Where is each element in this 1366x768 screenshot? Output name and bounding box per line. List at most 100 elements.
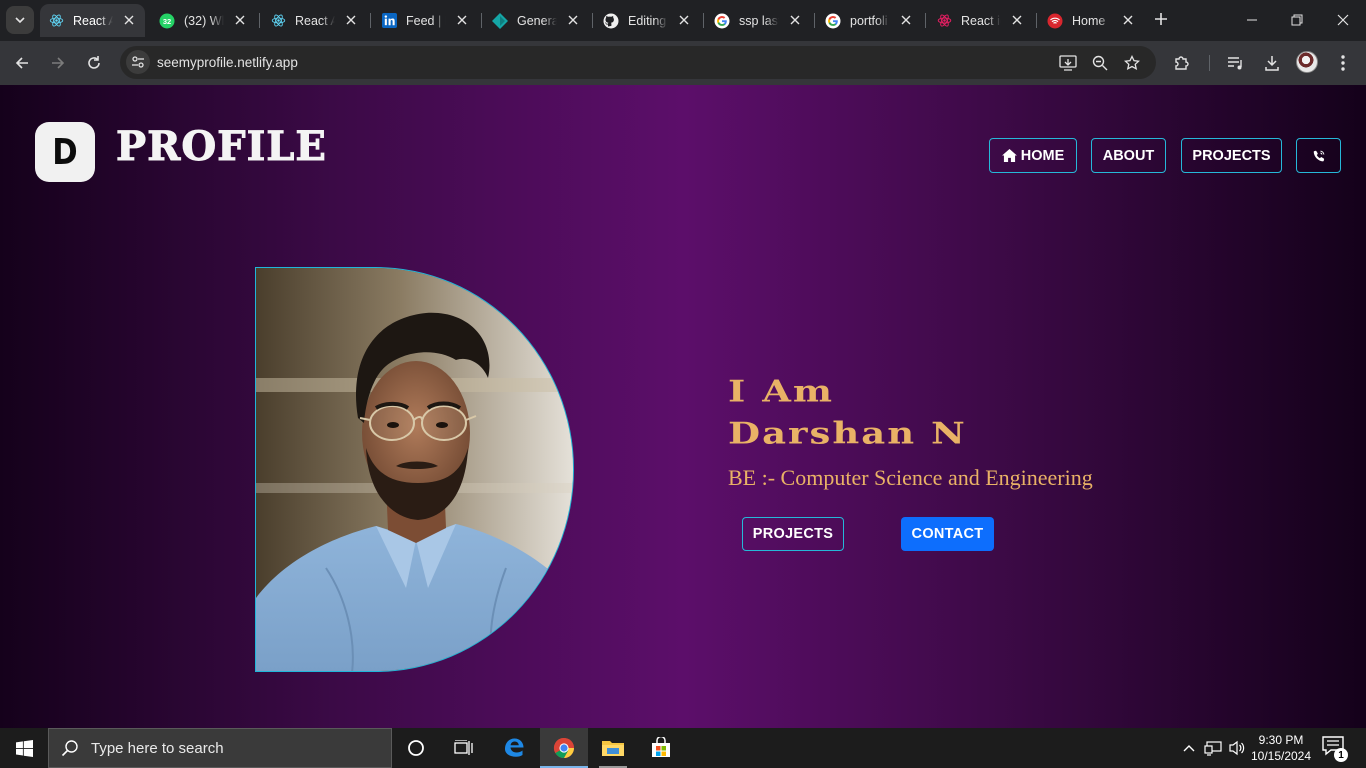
- bookmark-button[interactable]: [1121, 52, 1143, 74]
- network-icon: [1204, 741, 1222, 756]
- forward-button[interactable]: [44, 49, 72, 77]
- linkedin-icon: [381, 13, 397, 29]
- zoom-button[interactable]: [1089, 52, 1111, 74]
- browser-tab-3[interactable]: React A: [262, 4, 367, 37]
- phone-icon: [1313, 150, 1324, 161]
- cortana-button[interactable]: [392, 728, 440, 768]
- tab-search-button[interactable]: [6, 6, 34, 34]
- diamond-icon: [492, 12, 508, 29]
- browser-tab-10[interactable]: Home: [1039, 4, 1144, 37]
- nav-projects-button[interactable]: PROJECTS: [1181, 138, 1282, 173]
- tab-title: React A: [73, 13, 113, 28]
- tune-icon: [132, 56, 144, 68]
- chevron-up-icon: [1183, 745, 1195, 752]
- extensions-button[interactable]: [1169, 50, 1195, 76]
- start-button[interactable]: [0, 728, 48, 768]
- browser-tab-5[interactable]: Generat: [484, 4, 589, 37]
- file-explorer-taskbar-button[interactable]: [589, 728, 637, 768]
- react-icon: [48, 13, 64, 29]
- browser-tab-8[interactable]: portfoli: [817, 4, 922, 37]
- tab-separator: [814, 13, 815, 28]
- chrome-icon: [553, 737, 574, 759]
- arrow-left-icon: [15, 57, 28, 69]
- store-taskbar-button[interactable]: [637, 728, 685, 768]
- tab-separator: [1036, 13, 1037, 28]
- tab-title: (32) Wh: [184, 13, 224, 28]
- reload-button[interactable]: [80, 49, 108, 77]
- browser-tab-strip: React A 32 (32) Wh React A Feed | L Gene…: [0, 0, 1366, 41]
- react-icon: [270, 13, 286, 29]
- clock-date: 10/15/2024: [1250, 749, 1312, 763]
- browser-tab-2[interactable]: 32 (32) Wh: [151, 4, 256, 37]
- edge-taskbar-button[interactable]: [490, 728, 538, 768]
- close-window-button[interactable]: [1320, 0, 1366, 40]
- browser-menu-button[interactable]: [1330, 50, 1356, 76]
- windows-taskbar: Type here to search 9:30 PM 10/15/2024 1: [0, 728, 1366, 768]
- chrome-taskbar-button[interactable]: [540, 728, 588, 768]
- volume-button[interactable]: [1226, 728, 1248, 768]
- address-bar[interactable]: seemyprofile.netlify.app: [120, 46, 1156, 79]
- close-tab-icon[interactable]: [1120, 12, 1136, 28]
- taskbar-clock[interactable]: 9:30 PM 10/15/2024: [1250, 732, 1312, 764]
- nav-projects-label: PROJECTS: [1192, 147, 1271, 164]
- zoom-out-icon: [1092, 55, 1108, 71]
- nav-about-label: ABOUT: [1102, 147, 1155, 164]
- downloads-button[interactable]: [1259, 50, 1285, 76]
- logo-badge[interactable]: D: [35, 122, 95, 182]
- nav-about-button[interactable]: ABOUT: [1091, 138, 1166, 173]
- tab-separator: [925, 13, 926, 28]
- media-controls-button[interactable]: [1223, 50, 1249, 76]
- search-placeholder: Type here to search: [91, 739, 224, 757]
- install-icon: [1059, 55, 1077, 71]
- close-tab-icon[interactable]: [1009, 12, 1025, 28]
- url-text[interactable]: seemyprofile.netlify.app: [157, 55, 298, 70]
- whatsapp-icon: 32: [159, 13, 175, 29]
- close-tab-icon[interactable]: [787, 12, 803, 28]
- tab-separator: [703, 13, 704, 28]
- tab-title: Generat: [517, 13, 557, 28]
- site-info-button[interactable]: [126, 50, 150, 74]
- nav-contact-button[interactable]: [1296, 138, 1341, 173]
- browser-tab-6[interactable]: Editing: [595, 4, 700, 37]
- cortana-circle-icon: [408, 740, 424, 756]
- tab-separator: [370, 13, 371, 28]
- taskbar-search[interactable]: Type here to search: [48, 728, 392, 768]
- new-tab-button[interactable]: [1150, 8, 1172, 30]
- browser-tab-7[interactable]: ssp last: [706, 4, 811, 37]
- notification-count-badge: 1: [1334, 748, 1348, 762]
- browser-tab-1[interactable]: React A: [40, 4, 145, 37]
- install-app-button[interactable]: [1057, 52, 1079, 74]
- reload-icon: [88, 56, 100, 69]
- task-view-button[interactable]: [440, 728, 488, 768]
- close-tab-icon[interactable]: [232, 12, 248, 28]
- hero-name: Darshan N: [728, 415, 967, 452]
- back-button[interactable]: [8, 49, 36, 77]
- svg-text:32: 32: [163, 17, 171, 26]
- hero-contact-button[interactable]: CONTACT: [901, 517, 994, 551]
- person-portrait-illustration: [256, 268, 573, 671]
- browser-tab-9[interactable]: React ic: [928, 4, 1033, 37]
- close-tab-icon[interactable]: [343, 12, 359, 28]
- google-icon: [714, 13, 730, 29]
- browser-tab-4[interactable]: Feed | L: [373, 4, 478, 37]
- profile-avatar[interactable]: [1296, 51, 1318, 73]
- tab-title: Feed | L: [406, 13, 446, 28]
- minimize-icon: [1247, 19, 1257, 21]
- nav-home-button[interactable]: HOME: [989, 138, 1077, 173]
- close-tab-icon[interactable]: [454, 12, 470, 28]
- hero-projects-button[interactable]: PROJECTS: [742, 517, 844, 551]
- close-tab-icon[interactable]: [898, 12, 914, 28]
- close-tab-icon[interactable]: [565, 12, 581, 28]
- plus-icon: [1155, 13, 1167, 25]
- puzzle-icon: [1175, 56, 1189, 70]
- close-icon: [1337, 14, 1349, 26]
- task-view-icon: [454, 740, 473, 755]
- close-tab-icon[interactable]: [676, 12, 692, 28]
- close-tab-icon[interactable]: [121, 12, 137, 28]
- restore-button[interactable]: [1274, 0, 1320, 40]
- profile-photo-frame: [255, 267, 574, 672]
- minimize-button[interactable]: [1229, 0, 1275, 40]
- show-hidden-icons-button[interactable]: [1178, 728, 1200, 768]
- network-button[interactable]: [1202, 728, 1224, 768]
- profile-photo: [255, 267, 574, 672]
